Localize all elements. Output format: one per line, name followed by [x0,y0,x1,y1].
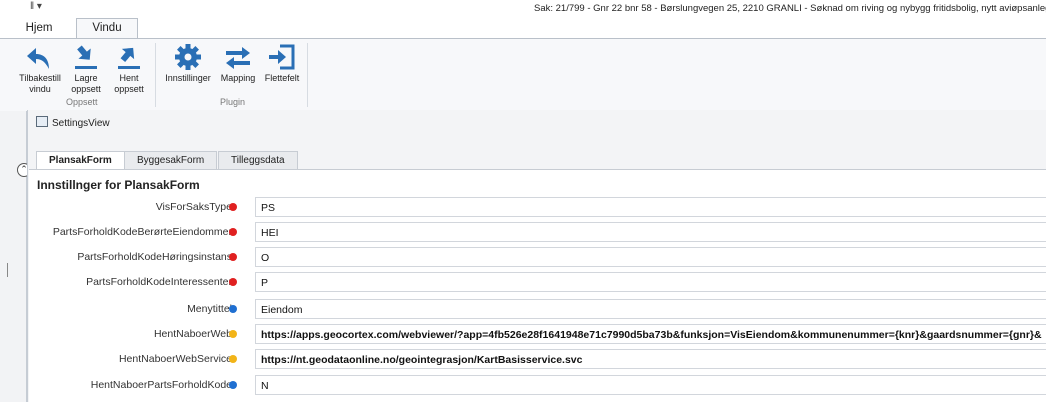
load-layout-label-1: Hent [119,73,139,83]
save-layout-button[interactable]: Lagre oppsett [66,42,106,95]
section-title: Innstillnger for PlansakForm [37,178,200,192]
setting-row-horingsinstans: PartsForholdKodeHøringsinstans O [29,247,1046,269]
mapping-label: Mapping [220,73,256,83]
warning-status-dot-icon [229,355,237,363]
window-icon [36,116,48,127]
load-layout-button[interactable]: Hent oppsett [109,42,149,95]
setting-label: HentNaboerWeb [153,328,232,340]
tab-tilleggsdata[interactable]: Tilleggsdata [218,151,298,169]
merge-field-label: Flettefelt [264,73,300,83]
load-layout-label-2: oppsett [114,84,144,94]
setting-value-field[interactable]: HEI [255,222,1046,242]
setting-row-berorte-eiendommer: PartsForholdKodeBerørteEiendommer HEI [29,222,1046,244]
settings-view-panel: SettingsView PlansakForm ByggesakForm Ti… [27,110,1046,403]
setting-label: PartsForholdKodeHøringsinstans [77,251,232,263]
setting-row-visforsakstype: VisForSaksType PS [29,197,1046,219]
setting-label: PartsForholdKodeInteressenter [86,276,232,288]
save-layout-label-2: oppsett [71,84,101,94]
setting-row-menytittel: Menytittel Eiendom [29,299,1046,321]
swap-arrows-icon [226,47,250,69]
tab-vindu[interactable]: Vindu [76,18,138,39]
setting-label: PartsForholdKodeBerørteEiendommer [52,226,232,238]
settings-button[interactable]: Innstillinger [163,42,213,84]
required-status-dot-icon [229,253,237,261]
document-title: Sak: 21/799 - Gnr 22 bnr 58 - Børslungve… [534,3,1046,14]
setting-value-field[interactable]: O [255,247,1046,267]
left-side-strip [0,111,27,402]
ribbon-group-divider [155,43,156,107]
required-status-dot-icon [229,278,237,286]
setting-row-hentnaboerwebservice: HentNaboerWebService https://nt.geodatao… [29,349,1046,371]
save-layout-label-1: Lagre [74,73,98,83]
tab-byggesakform[interactable]: ByggesakForm [124,151,218,169]
setting-value-field[interactable]: https://nt.geodataonline.no/geointegrasj… [255,349,1046,369]
settings-view-title: SettingsView [36,116,110,129]
settings-label: Innstillinger [165,73,211,83]
setting-row-partsforholdkode: HentNaboerPartsForholdKode N [29,375,1046,397]
reset-window-button[interactable]: Tilbakestill vindu [16,42,64,95]
required-status-dot-icon [229,228,237,236]
gear-icon [175,44,201,70]
ribbon-group-divider [307,43,308,107]
enter-field-icon [269,44,295,70]
group-label-oppsett: Oppsett [66,97,98,107]
setting-label: Menytittel [187,303,232,315]
required-status-dot-icon [229,203,237,211]
setting-value-field[interactable]: https://apps.geocortex.com/webviewer/?ap… [255,324,1046,344]
reset-window-label-2: vindu [29,84,51,94]
setting-row-interessenter: PartsForholdKodeInteressenter P [29,272,1046,294]
left-strip-marker [7,263,8,277]
mapping-button[interactable]: Mapping [218,42,258,84]
group-label-plugin: Plugin [220,97,246,107]
setting-label: HentNaboerPartsForholdKode [90,379,232,391]
setting-value-field[interactable]: PS [255,197,1046,217]
load-up-arrow-icon [118,47,140,69]
title-bar: ‖ ▾ Sak: 21/799 - Gnr 22 bnr 58 - Børslu… [0,0,1046,18]
setting-value-field[interactable]: N [255,375,1046,395]
quick-access-toolbar[interactable]: ‖ ▾ [30,1,42,12]
warning-status-dot-icon [229,330,237,338]
info-status-dot-icon [229,305,237,313]
merge-field-button[interactable]: Flettefelt [262,42,302,84]
setting-label: VisForSaksType [155,201,232,213]
settings-view-title-text: SettingsView [52,118,110,129]
info-status-dot-icon [229,381,237,389]
setting-label: HentNaboerWebService [118,353,232,365]
tab-hjem[interactable]: Hjem [13,19,65,38]
save-down-arrow-icon [75,45,97,69]
tab-plansakform[interactable]: PlansakForm [36,151,125,170]
undo-arrow-icon [27,48,49,69]
settings-content: Innstillnger for PlansakForm VisForSaksT… [29,169,1046,403]
ribbon: Tilbakestill vindu Lagre oppsett Hent op… [0,38,1046,112]
ribbon-tab-row: Hjem Vindu [0,18,1046,39]
setting-value-field[interactable]: P [255,272,1046,292]
setting-value-field[interactable]: Eiendom [255,299,1046,319]
reset-window-label-1: Tilbakestill [19,73,61,83]
setting-row-hentnaboerweb: HentNaboerWeb https://apps.geocortex.com… [29,324,1046,346]
